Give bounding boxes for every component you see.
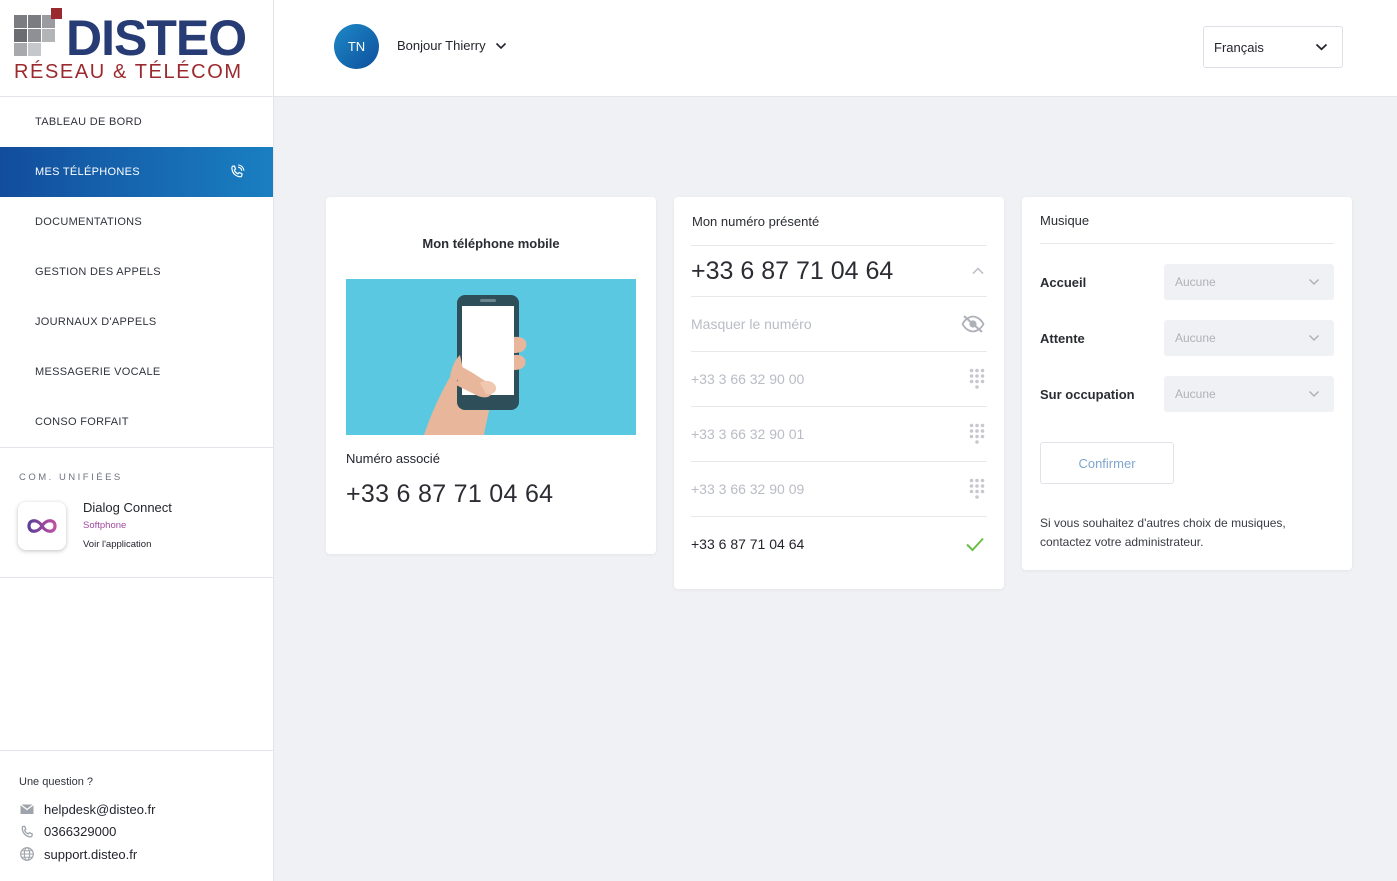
- sidebar: DISTEO RÉSEAU & TÉLÉCOM TABLEAU DE BORD …: [0, 0, 274, 881]
- hand-holding-phone-icon: [424, 295, 527, 435]
- logo[interactable]: DISTEO RÉSEAU & TÉLÉCOM: [0, 0, 273, 97]
- language-select[interactable]: Français: [1203, 26, 1343, 68]
- sidebar-item-label: MES TÉLÉPHONES: [35, 166, 140, 178]
- help-site-text: support.disteo.fr: [44, 846, 138, 862]
- music-select[interactable]: Aucune: [1164, 264, 1334, 300]
- sidebar-item-label: GESTION DES APPELS: [35, 266, 161, 278]
- help-email-text: helpdesk@disteo.fr: [44, 801, 156, 817]
- help-email[interactable]: helpdesk@disteo.fr: [19, 798, 273, 821]
- sidebar-item-conso-forfait[interactable]: CONSO FORFAIT: [0, 397, 273, 447]
- check-icon: [966, 537, 984, 552]
- app-name: Dialog Connect: [83, 500, 172, 515]
- logo-tagline: RÉSEAU & TÉLÉCOM: [14, 61, 243, 83]
- current-number-toggle[interactable]: +33 6 87 71 04 64: [691, 245, 987, 296]
- music-select[interactable]: Aucune: [1164, 320, 1334, 356]
- logo-mark: [14, 8, 64, 58]
- presented-number-card: Mon numéro présenté +33 6 87 71 04 64 Ma…: [674, 197, 1004, 589]
- help-question: Une question ?: [19, 776, 93, 788]
- chevron-down-icon: [1308, 334, 1320, 342]
- sidebar-item-label: DOCUMENTATIONS: [35, 216, 143, 228]
- number-option-value: +33 3 66 32 90 01: [691, 426, 805, 442]
- music-note: Si vous souhaitez d'autres choix de musi…: [1040, 516, 1286, 549]
- number-option[interactable]: +33 3 66 32 90 09: [691, 461, 987, 516]
- eye-off-icon: [961, 315, 985, 333]
- mask-number-option[interactable]: Masquer le numéro: [691, 296, 987, 351]
- music-row-label: Accueil: [1040, 274, 1087, 290]
- chevron-down-icon: [1308, 278, 1320, 286]
- dialpad-icon: [969, 368, 985, 389]
- sidebar-item-tableau-de-bord[interactable]: TABLEAU DE BORD: [0, 97, 273, 147]
- sidebar-item-gestion-des-appels[interactable]: GESTION DES APPELS: [0, 247, 273, 297]
- mobile-phone-card: Mon téléphone mobile Numéro associé +33 …: [326, 197, 656, 554]
- number-option-selected[interactable]: +33 6 87 71 04 64: [691, 516, 987, 571]
- presented-number-list: +33 6 87 71 04 64 Masquer le numéro +33 …: [691, 245, 987, 571]
- language-value: Français: [1214, 39, 1264, 55]
- avatar[interactable]: TN: [334, 24, 379, 69]
- sidebar-nav: TABLEAU DE BORD MES TÉLÉPHONES DOCUMENTA…: [0, 97, 273, 447]
- music-select-value: Aucune: [1175, 387, 1216, 401]
- phone-call-icon: [231, 164, 245, 178]
- music-row-attente: Attente Aucune: [1040, 320, 1334, 356]
- confirm-button[interactable]: Confirmer: [1040, 442, 1174, 484]
- number-option-value: +33 6 87 71 04 64: [691, 536, 805, 552]
- infinity-icon: [27, 519, 57, 533]
- current-number: +33 6 87 71 04 64: [691, 256, 894, 285]
- phone-hand-illustration: [346, 279, 636, 435]
- sidebar-item-documentations[interactable]: DOCUMENTATIONS: [0, 197, 273, 247]
- logo-wordmark: DISTEO: [66, 10, 247, 66]
- top-header: TN Bonjour Thierry Français: [274, 0, 1397, 97]
- section-title: COM. UNIFIÉES: [19, 472, 123, 483]
- sidebar-item-label: TABLEAU DE BORD: [35, 116, 142, 128]
- chevron-down-icon: [1308, 390, 1320, 398]
- chevron-down-icon: [495, 42, 506, 49]
- number-option[interactable]: +33 3 66 32 90 01: [691, 406, 987, 461]
- greeting-text: Bonjour Thierry: [397, 38, 486, 53]
- dialpad-icon: [969, 478, 985, 499]
- sidebar-item-label: MESSAGERIE VOCALE: [35, 366, 161, 378]
- sidebar-item-label: JOURNAUX D'APPELS: [35, 316, 157, 328]
- number-option-value: +33 3 66 32 90 00: [691, 371, 805, 387]
- music-select[interactable]: Aucune: [1164, 376, 1334, 412]
- music-row-label: Attente: [1040, 330, 1085, 346]
- mask-number-label: Masquer le numéro: [691, 316, 812, 332]
- music-row-sur-occupation: Sur occupation Aucune: [1040, 376, 1334, 412]
- card-title: Musique: [1040, 213, 1090, 228]
- chevron-up-icon: [972, 267, 984, 275]
- sidebar-item-journaux-d-appels[interactable]: JOURNAUX D'APPELS: [0, 297, 273, 347]
- help-site[interactable]: support.disteo.fr: [19, 843, 273, 866]
- music-row-accueil: Accueil Aucune: [1040, 264, 1334, 300]
- card-divider: [1040, 243, 1334, 244]
- card-title: Mon numéro présenté: [692, 214, 820, 229]
- help-phone-text: 0366329000: [44, 824, 117, 840]
- sidebar-item-messagerie-vocale[interactable]: MESSAGERIE VOCALE: [0, 347, 273, 397]
- help-section: Une question ? helpdesk@disteo.fr 036632…: [0, 750, 273, 866]
- music-select-value: Aucune: [1175, 275, 1216, 289]
- chevron-down-icon: [1315, 43, 1328, 51]
- card-title: Mon téléphone mobile: [422, 236, 560, 251]
- phone-icon: [21, 825, 33, 838]
- unified-comms-section: COM. UNIFIÉES Dialog Connect Softphone V…: [0, 448, 273, 578]
- app-icon-tile[interactable]: [18, 502, 66, 550]
- dialpad-icon: [969, 423, 985, 444]
- associated-number: +33 6 87 71 04 64: [346, 480, 554, 508]
- user-menu[interactable]: Bonjour Thierry: [397, 38, 507, 53]
- help-phone[interactable]: 0366329000: [19, 821, 273, 844]
- number-option[interactable]: +33 3 66 32 90 00: [691, 351, 987, 406]
- globe-icon: [20, 847, 34, 862]
- music-select-value: Aucune: [1175, 331, 1216, 345]
- app-kind: Softphone: [83, 520, 127, 531]
- music-row-label: Sur occupation: [1040, 386, 1135, 402]
- associated-number-label: Numéro associé: [346, 451, 440, 466]
- number-option-value: +33 3 66 32 90 09: [691, 481, 805, 497]
- mail-icon: [20, 804, 34, 815]
- sidebar-item-label: CONSO FORFAIT: [35, 416, 129, 428]
- sidebar-item-mes-telephones[interactable]: MES TÉLÉPHONES: [0, 147, 273, 197]
- music-card: Musique Accueil Aucune Attente Aucune Su…: [1022, 197, 1352, 570]
- view-app-link[interactable]: Voir l'application: [83, 539, 151, 550]
